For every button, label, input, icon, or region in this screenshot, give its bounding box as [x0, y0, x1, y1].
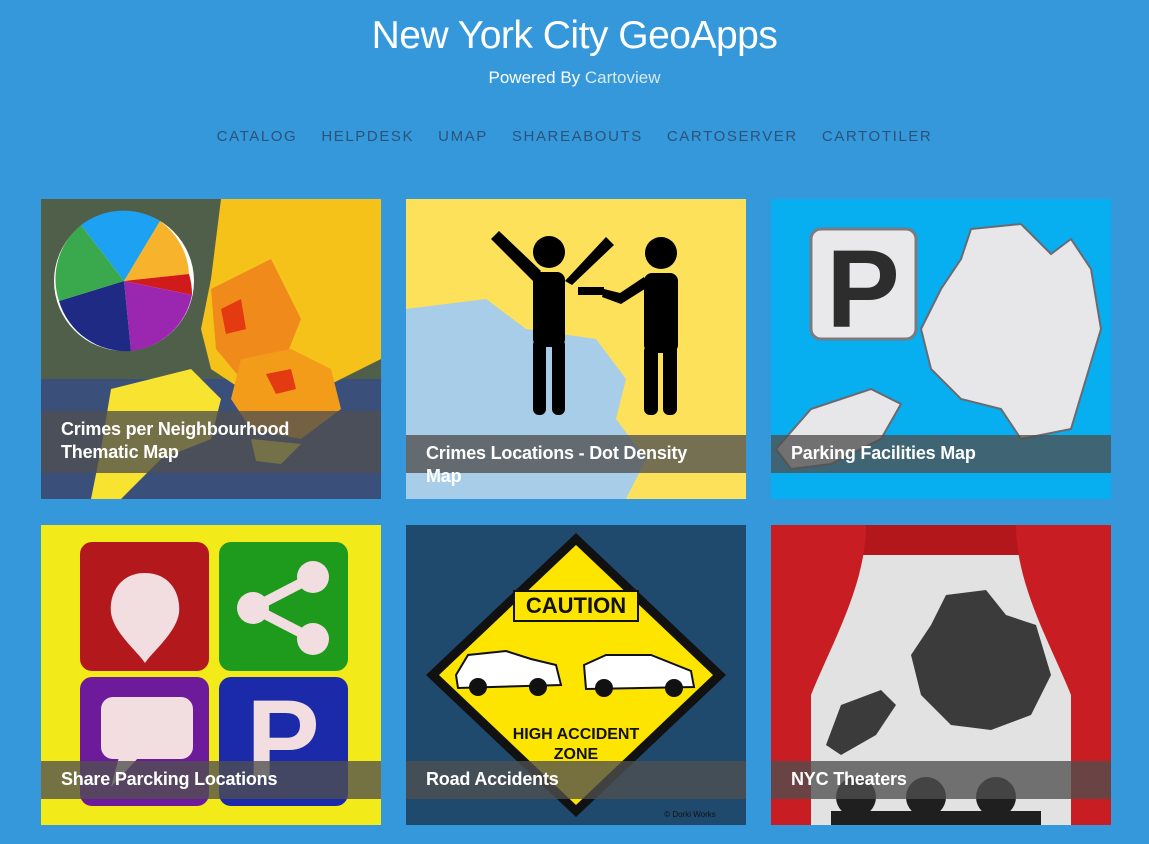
nav-helpdesk[interactable]: HELPDESK — [321, 128, 414, 145]
app-card-share-parking[interactable]: P Share Parcking Locations — [41, 525, 381, 825]
page-title: New York City GeoApps — [371, 14, 778, 57]
card-caption: Crimes Locations - Dot Density Map — [406, 435, 746, 486]
nav-umap[interactable]: UMAP — [438, 128, 488, 145]
card-caption: NYC Theaters — [771, 761, 1111, 799]
nav-shareabouts[interactable]: SHAREABOUTS — [512, 128, 643, 145]
app-card-nyc-theaters[interactable]: NYC Theaters — [771, 525, 1111, 825]
card-caption: Parking Facilities Map — [771, 435, 1111, 473]
main-nav: CATALOG HELPDESK UMAP SHAREABOUTS CARTOS… — [0, 128, 1149, 145]
app-card-parking-facilities[interactable]: P Parking Facilities Map — [771, 199, 1111, 499]
nav-cartoserver[interactable]: CARTOSERVER — [667, 128, 798, 145]
app-card-crimes-thematic[interactable]: Crimes per Neighbourhood Thematic Map — [41, 199, 381, 499]
parking-letter: P — [826, 228, 899, 351]
card-caption: Share Parcking Locations — [41, 761, 381, 799]
powered-by-label: Powered By — [488, 68, 581, 87]
nav-catalog[interactable]: CATALOG — [217, 128, 298, 145]
card-caption: Road Accidents — [406, 761, 746, 799]
card-caption: Crimes per Neighbourhood Thematic Map — [41, 411, 381, 473]
app-card-road-accidents[interactable]: CAUTION HIGH ACCIDENT ZONE © Dorki Works… — [406, 525, 746, 825]
powered-by: Powered By Cartoview — [0, 68, 1149, 88]
nav-cartotiler[interactable]: CARTOTILER — [822, 128, 932, 145]
credit-text: © Dorki Works — [664, 810, 716, 819]
caution-text: CAUTION — [526, 593, 626, 618]
card-title-line1: Crimes per Neighbourhood — [61, 419, 290, 439]
cartoview-link[interactable]: Cartoview — [585, 68, 661, 87]
sign-line1: HIGH ACCIDENT — [513, 726, 640, 743]
card-title-line2: Thematic Map — [61, 442, 179, 462]
app-card-crimes-dot-density[interactable]: Crimes Locations - Dot Density Map — [406, 199, 746, 499]
